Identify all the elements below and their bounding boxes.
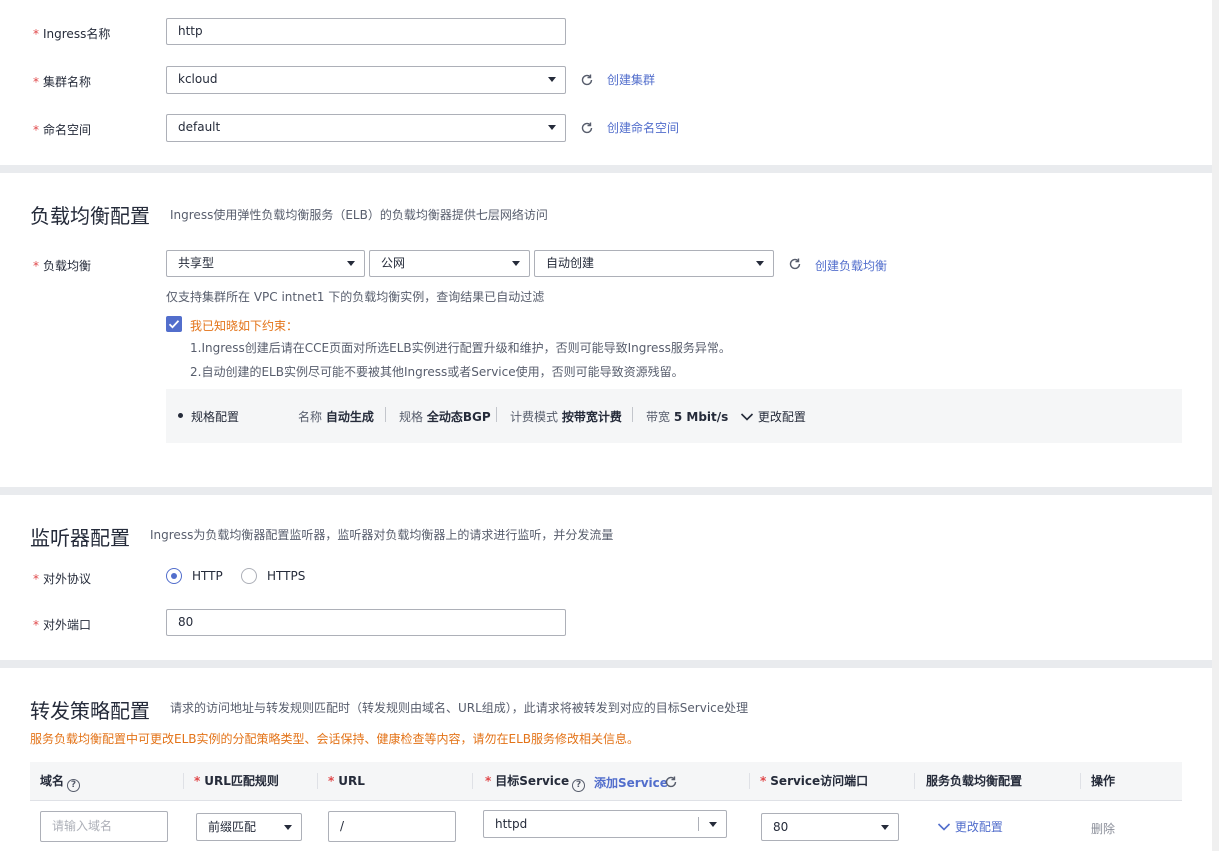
protocol-https-label[interactable]: HTTPS	[267, 569, 305, 583]
spec-label: 规格配置	[191, 410, 240, 424]
lb-network-value: 公网	[381, 256, 406, 270]
service-port-select[interactable]: 80	[761, 813, 899, 841]
constraint-2: 2.自动创建的ELB实例尽可能不要被其他Ingress或者Service使用，否…	[190, 365, 684, 379]
listener-section-desc: Ingress为负载均衡器配置监听器，监听器对负载均衡器上的请求进行监听，并分发…	[150, 528, 614, 542]
page-scrollbar[interactable]	[1212, 0, 1219, 851]
domain-input[interactable]: 请输入域名	[40, 811, 168, 842]
check-icon	[168, 320, 180, 329]
lb-instance-value: 自动创建	[546, 256, 595, 270]
refresh-icon[interactable]	[664, 775, 678, 789]
chevron-down-icon	[284, 825, 292, 830]
col-divider	[914, 773, 915, 789]
agree-checkbox[interactable]	[166, 316, 182, 332]
lb-label: * 负载均衡	[33, 259, 92, 273]
chevron-down-icon	[881, 825, 889, 830]
chevron-down-icon	[740, 413, 754, 421]
spec-name: 名称 自动生成	[298, 410, 374, 424]
spec-billing: 计费模式 按带宽计费	[510, 410, 622, 424]
row-delete-link[interactable]: 删除	[1091, 820, 1115, 837]
port-input[interactable]: 80	[166, 609, 566, 636]
ingress-name-input[interactable]: http	[166, 18, 566, 45]
cluster-select-value: kcloud	[178, 72, 218, 86]
ingress-name-label: * Ingress名称	[33, 27, 111, 41]
col-divider	[183, 773, 184, 789]
service-select[interactable]: httpd	[483, 810, 727, 838]
chevron-down-icon	[347, 261, 355, 266]
namespace-select-value: default	[178, 120, 221, 134]
listener-section-title: 监听器配置	[30, 526, 130, 550]
lb-type-select[interactable]: 共享型	[166, 250, 365, 277]
url-rule-select[interactable]: 前缀匹配	[196, 813, 302, 841]
lb-instance-select[interactable]: 自动创建	[534, 250, 774, 277]
protocol-http-label[interactable]: HTTP	[192, 569, 223, 583]
row-change-config-link[interactable]: 更改配置	[937, 818, 1003, 835]
col-divider	[317, 773, 318, 789]
create-lb-link[interactable]: 创建负载均衡	[815, 257, 887, 274]
chevron-down-icon	[548, 125, 556, 130]
service-port-value: 80	[773, 820, 789, 834]
create-namespace-link[interactable]: 创建命名空间	[607, 119, 679, 136]
url-rule-value: 前缀匹配	[208, 820, 257, 834]
spec-config-box: 规格配置 名称 自动生成 规格 全动态BGP 计费模式 按带宽计费 带宽 5 M…	[166, 389, 1182, 443]
change-config-button[interactable]: 更改配置	[740, 408, 806, 425]
cluster-name-label: * 集群名称	[33, 75, 92, 89]
select-divider	[698, 817, 699, 831]
protocol-label: * 对外协议	[33, 572, 92, 586]
spec-divider	[632, 407, 633, 422]
protocol-https-radio[interactable]	[241, 568, 257, 584]
constraint-1: 1.Ingress创建后请在CCE页面对所选ELB实例进行配置升级和维护，否则可…	[190, 341, 731, 355]
url-input[interactable]: /	[328, 811, 456, 842]
col-service-port: * Service访问端口	[760, 774, 869, 788]
chevron-down-icon	[937, 823, 951, 831]
agree-label: 我已知晓如下约束：	[190, 319, 299, 333]
cluster-select[interactable]: kcloud	[166, 66, 566, 94]
protocol-http-radio[interactable]	[166, 568, 182, 584]
spec-divider	[496, 407, 497, 422]
col-domain: 域名?	[40, 762, 81, 800]
lb-section-desc: Ingress使用弹性负载均衡服务（ELB）的负载均衡器提供七层网络访问	[170, 208, 548, 222]
refresh-icon[interactable]	[580, 121, 594, 135]
bullet-icon	[178, 413, 183, 418]
spec-bandwidth: 带宽 5 Mbit/s	[646, 410, 729, 424]
port-label: * 对外端口	[33, 618, 92, 632]
lb-type-value: 共享型	[178, 256, 215, 270]
refresh-icon[interactable]	[580, 73, 594, 87]
create-cluster-link[interactable]: 创建集群	[607, 71, 655, 88]
refresh-icon[interactable]	[788, 257, 802, 271]
help-icon[interactable]: ?	[572, 779, 586, 792]
col-action: 操作	[1091, 774, 1116, 788]
col-url-rule: * URL匹配规则	[194, 774, 279, 788]
col-divider	[472, 773, 473, 789]
namespace-label: * 命名空间	[33, 123, 92, 137]
col-divider	[749, 773, 750, 789]
col-lb-config: 服务负载均衡配置	[926, 774, 1023, 788]
col-url: * URL	[328, 774, 365, 788]
col-target-service: * 目标Service?	[485, 762, 586, 800]
lb-network-select[interactable]: 公网	[369, 250, 530, 277]
spec-divider	[385, 407, 386, 422]
forward-section-title: 转发策略配置	[30, 699, 150, 723]
chevron-down-icon	[709, 822, 717, 827]
basic-info-panel: * Ingress名称 http * 集群名称 kcloud 创建集群 * 命名空间 …	[0, 0, 1212, 165]
chevron-down-icon	[512, 261, 520, 266]
forward-warning: 服务负载均衡配置中可更改ELB实例的分配策略类型、会话保持、健康检查等内容，请勿…	[30, 732, 640, 746]
chevron-down-icon	[756, 261, 764, 266]
namespace-select[interactable]: default	[166, 114, 566, 142]
add-service-link[interactable]: 添加Service	[594, 774, 668, 791]
col-divider	[1080, 773, 1081, 789]
service-select-value: httpd	[495, 817, 528, 831]
chevron-down-icon	[548, 77, 556, 82]
spec-size: 规格 全动态BGP	[399, 410, 491, 424]
vpc-note: 仅支持集群所在 VPC intnet1 下的负载均衡实例，查询结果已自动过滤	[166, 290, 545, 304]
help-icon[interactable]: ?	[67, 779, 81, 792]
forward-section-desc: 请求的访问地址与转发规则匹配时（转发规则由域名、URL组成），此请求将被转发到对…	[170, 701, 749, 715]
lb-section-title: 负载均衡配置	[30, 204, 150, 228]
